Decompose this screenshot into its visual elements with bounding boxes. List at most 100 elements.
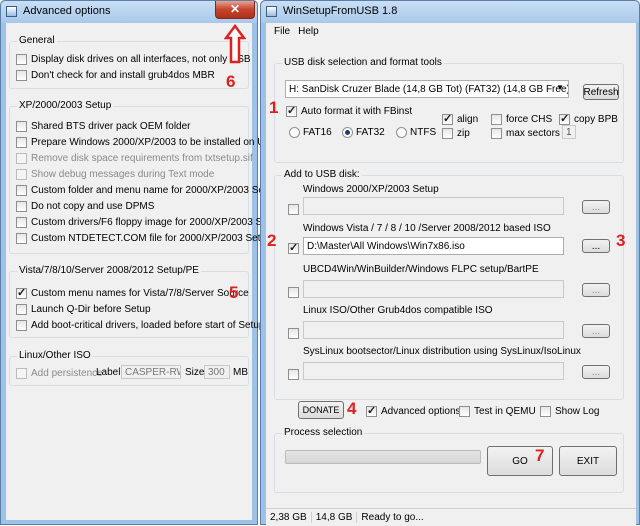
usb-disk-label: USB disk selection and format tools — [282, 57, 444, 68]
checkbox-label: Add persistence — [31, 367, 103, 379]
xp-setup-group: XP/2000/2003 Setup Shared BTS driver pac… — [9, 100, 282, 254]
checkbox-label: Custom menu names for Vista/7/8/Server S… — [31, 287, 249, 299]
usb-disk-group: USB disk selection and format tools H: S… — [274, 57, 624, 163]
app-icon — [6, 6, 17, 17]
add-to-usb-group: Add to USB disk: Windows 2000/XP/2003 Se… — [274, 169, 624, 400]
progress-bar — [285, 450, 481, 464]
label-input[interactable]: CASPER-RW — [121, 365, 181, 379]
align-checkbox[interactable]: align — [442, 112, 478, 126]
browse-button[interactable]: ... — [582, 324, 610, 338]
radio-label: NTFS — [410, 126, 437, 138]
browse-button[interactable]: ... — [582, 283, 610, 297]
checkbox-label: Test in QEMU — [474, 405, 536, 417]
browse-button[interactable]: ... — [582, 365, 610, 379]
menu-help[interactable]: Help — [298, 26, 319, 37]
custom-drivers-checkbox[interactable]: Custom drivers/F6 floppy image for 2000/… — [16, 215, 282, 229]
shared-bts-checkbox[interactable]: Shared BTS driver pack OEM folder — [16, 119, 191, 133]
checkbox-label: Auto format it with FBinst — [301, 105, 413, 117]
zip-checkbox[interactable]: zip — [442, 126, 470, 140]
annotation-4: 4 — [347, 399, 357, 418]
linux-label: Linux/Other ISO — [17, 350, 93, 361]
chevron-down-icon: ▼ — [556, 83, 564, 92]
source-title: SysLinux bootsector/Linux distribution u… — [303, 346, 581, 357]
checkbox-label: Custom NTDETECT.COM file for 2000/XP/200… — [31, 232, 272, 244]
checkbox-label: Shared BTS driver pack OEM folder — [31, 120, 191, 132]
source-path-input[interactable] — [303, 280, 564, 298]
copy-bpb-checkbox[interactable]: copy BPB — [559, 112, 618, 126]
source-title: UBCD4Win/WinBuilder/Windows FLPC setup/B… — [303, 264, 539, 275]
source-checkbox[interactable] — [288, 241, 299, 254]
fs-fat32-radio[interactable]: FAT32 — [342, 125, 385, 139]
source-checkbox[interactable] — [288, 287, 299, 298]
status-total: 14,8 GB — [312, 512, 358, 523]
fs-fat16-radio[interactable]: FAT16 — [289, 125, 332, 139]
autoformat-checkbox[interactable]: Auto format it with FBinst — [286, 104, 412, 118]
browse-button[interactable]: ... — [582, 200, 610, 214]
annotation-7: 7 — [535, 446, 545, 465]
status-free: 2,38 GB — [266, 512, 312, 523]
checkbox-label: copy BPB — [574, 113, 618, 125]
advanced-options-checkbox[interactable]: Advanced options — [366, 404, 461, 418]
annotation-6: 6 — [226, 72, 236, 91]
radio-label: FAT16 — [303, 126, 332, 138]
custom-folder-checkbox[interactable]: Custom folder and menu name for 2000/XP/… — [16, 183, 278, 197]
annotation-1: 1 — [269, 98, 279, 117]
browse-button[interactable]: ... — [582, 239, 610, 253]
status-message: Ready to go... — [361, 512, 424, 523]
boot-critical-checkbox[interactable]: Add boot-critical drivers, loaded before… — [16, 318, 264, 332]
annotation-5: 5 — [229, 283, 239, 302]
up-arrow-icon — [224, 24, 246, 64]
vista-setup-group: Vista/7/8/10/Server 2008/2012 Setup/PE C… — [9, 265, 264, 338]
max-sectors-checkbox[interactable]: max sectors — [491, 126, 560, 140]
show-log-checkbox[interactable]: Show Log — [540, 404, 599, 418]
source-path-input[interactable] — [303, 321, 564, 339]
disk-select-value: H: SanDisk Cruzer Blade (14,8 GB Tot) (F… — [289, 83, 569, 95]
checkbox-label: max sectors — [506, 127, 560, 139]
annotation-3: 3 — [616, 231, 626, 250]
app-icon — [266, 6, 277, 17]
fs-ntfs-radio[interactable]: NTFS — [396, 125, 436, 139]
force-chs-checkbox[interactable]: force CHS — [491, 112, 552, 126]
source-title: Linux ISO/Other Grub4dos compatible ISO — [303, 305, 493, 316]
add-to-usb-label: Add to USB disk: — [282, 169, 362, 180]
no-dpms-checkbox[interactable]: Do not copy and use DPMS — [16, 199, 154, 213]
checkbox-label: Custom folder and menu name for 2000/XP/… — [31, 184, 278, 196]
remove-disk-space-checkbox: Remove disk space requirements from txts… — [16, 151, 253, 165]
disk-select[interactable]: H: SanDisk Cruzer Blade (14,8 GB Tot) (F… — [285, 80, 569, 98]
source-checkbox[interactable] — [288, 204, 299, 215]
checkbox-label: Add boot-critical drivers, loaded before… — [31, 319, 265, 331]
launch-qdir-checkbox[interactable]: Launch Q-Dir before Setup — [16, 302, 151, 316]
source-path-input[interactable] — [303, 197, 564, 215]
refresh-button[interactable]: Refresh — [583, 84, 619, 100]
size-input[interactable]: 300 — [204, 365, 230, 379]
menu-file[interactable]: File — [274, 26, 290, 37]
checkbox-label: Don't check for and install grub4dos MBR — [31, 69, 215, 81]
test-qemu-checkbox[interactable]: Test in QEMU — [459, 404, 536, 418]
show-debug-checkbox: Show debug messages during Text mode — [16, 167, 214, 181]
checkbox-label: zip — [457, 127, 470, 139]
custom-menu-names-checkbox[interactable]: Custom menu names for Vista/7/8/Server S… — [16, 286, 249, 300]
max-sectors-input[interactable]: 1 — [562, 125, 576, 139]
checkbox-label: align — [457, 113, 479, 125]
process-label: Process selection — [282, 427, 365, 438]
checkbox-label: Launch Q-Dir before Setup — [31, 303, 151, 315]
display-drives-checkbox[interactable]: Display disk drives on all interfaces, n… — [16, 52, 251, 66]
checkbox-label: Display disk drives on all interfaces, n… — [31, 53, 251, 65]
checkbox-label: Show Log — [555, 405, 600, 417]
source-checkbox[interactable] — [288, 369, 299, 380]
no-grub4dos-checkbox[interactable]: Don't check for and install grub4dos MBR — [16, 68, 215, 82]
process-group: Process selection GO EXIT — [274, 427, 624, 493]
donate-button[interactable]: DONATE — [298, 401, 344, 419]
size-unit: MB — [233, 367, 248, 378]
source-path-input[interactable]: D:\Master\All Windows\Win7x86.iso — [303, 237, 564, 255]
source-checkbox[interactable] — [288, 328, 299, 339]
prepare-xp-checkbox[interactable]: Prepare Windows 2000/XP/2003 to be insta… — [16, 135, 278, 149]
title-bar: WinSetupFromUSB 1.8 — [261, 1, 639, 23]
source-path-input[interactable] — [303, 362, 564, 380]
exit-button[interactable]: EXIT — [559, 446, 617, 476]
checkbox-label: force CHS — [506, 113, 553, 125]
custom-ntdetect-checkbox[interactable]: Custom NTDETECT.COM file for 2000/XP/200… — [16, 231, 272, 245]
window-title: Advanced options — [23, 5, 111, 17]
close-button[interactable]: ✕ — [215, 1, 255, 19]
checkbox-label: Custom drivers/F6 floppy image for 2000/… — [31, 216, 282, 228]
